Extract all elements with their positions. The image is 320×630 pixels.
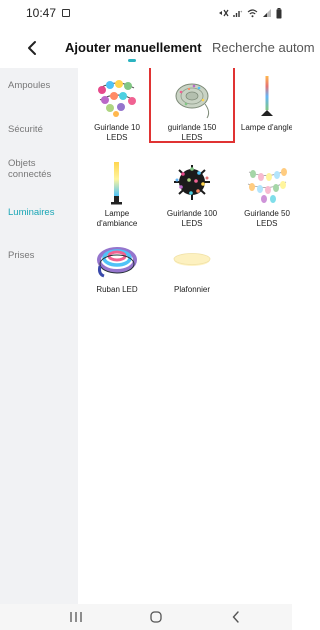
led-cluster-icon: [169, 160, 215, 206]
status-bar: 10:47 +: [0, 0, 292, 26]
product-label: Ruban LED: [96, 285, 138, 294]
recent-apps-icon: [70, 612, 82, 622]
ambient-lamp-icon: [94, 160, 140, 206]
product-label: Lampe d'ambiance: [96, 209, 138, 228]
product-plafonnier[interactable]: Plafonnier: [159, 236, 225, 295]
status-time: 10:47: [26, 6, 57, 20]
product-label: Plafonnier: [173, 285, 211, 294]
product-guirlande-100-leds[interactable]: Guirlande 100 LEDS: [159, 160, 225, 229]
product-label: Guirlande 10 LEDS: [94, 123, 140, 142]
sidebar-item-luminaires[interactable]: Luminaires: [8, 207, 54, 218]
top-tab-header: Ajouter manuellement Recherche autom: [0, 28, 315, 68]
battery-icon: [276, 7, 282, 18]
signal-strength-icon: +: [233, 9, 243, 17]
sidebar-item-ampoules[interactable]: Ampoules: [8, 80, 50, 91]
sidebar-item-prises[interactable]: Prises: [8, 250, 34, 261]
tab-add-manually[interactable]: Ajouter manuellement: [65, 40, 202, 55]
recent-apps-button[interactable]: [64, 609, 88, 625]
sidebar-item-objets-connectes[interactable]: Objets connectés: [8, 158, 68, 180]
product-guirlande-50-leds[interactable]: Guirlande 50 LEDS: [234, 160, 292, 229]
product-label: Guirlande 50 LEDS: [244, 209, 290, 228]
home-icon: [150, 611, 162, 623]
bulb-string-icon: [244, 160, 290, 206]
selected-product-highlight: [149, 68, 235, 143]
back-icon: [232, 611, 239, 623]
back-button[interactable]: [20, 36, 44, 60]
product-ruban-led[interactable]: Ruban LED: [84, 236, 150, 295]
active-tab-indicator: [128, 59, 136, 62]
string-lights-icon: [94, 74, 140, 120]
notification-icon: [62, 9, 71, 17]
mute-icon: [219, 9, 229, 17]
ceiling-light-icon: [169, 236, 215, 282]
product-guirlande-10-leds[interactable]: Guirlande 10 LEDS: [84, 74, 150, 143]
sidebar-item-securite[interactable]: Sécurité: [8, 124, 43, 135]
svg-text:+: +: [240, 9, 243, 14]
chevron-left-icon: [28, 41, 36, 55]
product-label: Lampe d'angle: [240, 123, 292, 132]
home-button[interactable]: [144, 609, 168, 625]
system-nav-bar: [0, 604, 292, 630]
signal-icon: [263, 9, 271, 17]
product-label: Guirlande 100 LEDS: [166, 209, 218, 228]
system-back-button[interactable]: [224, 609, 248, 625]
led-strip-icon: [94, 236, 140, 282]
category-sidebar: Ampoules Sécurité Objets connectés Lumin…: [0, 68, 78, 604]
status-icons: +: [218, 7, 282, 19]
product-lampe-angle[interactable]: Lampe d'angle: [234, 74, 292, 133]
corner-lamp-icon: [244, 74, 290, 120]
tab-auto-search[interactable]: Recherche autom: [212, 40, 315, 55]
product-lampe-ambiance[interactable]: Lampe d'ambiance: [84, 160, 150, 229]
product-grid: Guirlande 10 LEDS guirlande 150 LEDS Lam…: [78, 68, 292, 604]
wifi-icon: [247, 9, 258, 18]
